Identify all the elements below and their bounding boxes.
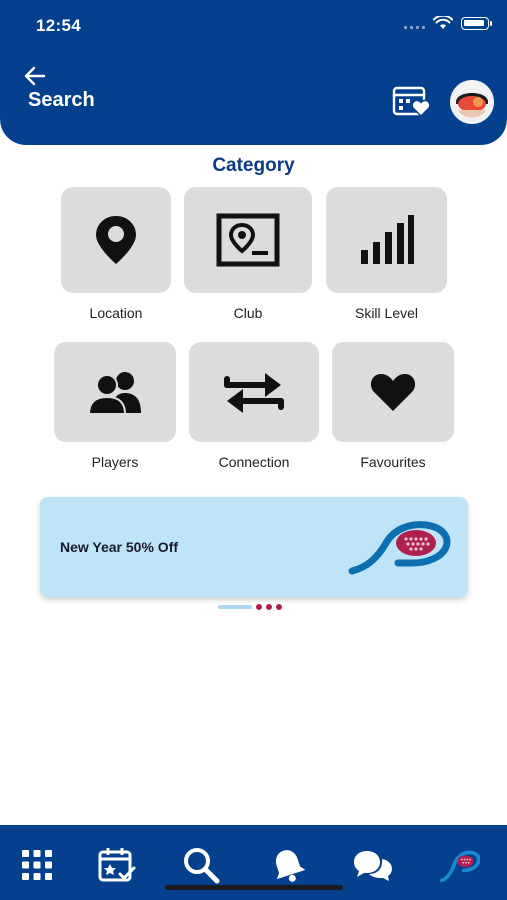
home-indicator bbox=[165, 885, 343, 890]
category-skill-level-button[interactable] bbox=[326, 187, 447, 293]
calendar-check-icon bbox=[98, 848, 136, 882]
banner-pager bbox=[218, 604, 282, 610]
pager-dot[interactable] bbox=[276, 604, 282, 610]
bell-icon bbox=[275, 850, 306, 882]
category-club-label: Club bbox=[233, 305, 263, 321]
pager-dot[interactable] bbox=[256, 604, 262, 610]
heart-icon bbox=[370, 374, 416, 411]
back-arrow-icon[interactable] bbox=[22, 64, 48, 88]
header: 12:54 Search bbox=[0, 0, 507, 145]
status-icons bbox=[404, 16, 492, 30]
pager-active-indicator[interactable] bbox=[218, 605, 252, 609]
search-icon bbox=[184, 848, 220, 884]
promo-banner-text: New Year 50% Off bbox=[60, 539, 179, 555]
players-icon bbox=[87, 372, 141, 415]
category-skill-level-label: Skill Level bbox=[354, 305, 419, 321]
tab-search[interactable] bbox=[181, 845, 221, 885]
category-players-label: Players bbox=[91, 454, 139, 470]
wifi-icon bbox=[433, 16, 453, 29]
avatar[interactable] bbox=[450, 80, 494, 124]
club-map-icon bbox=[216, 213, 280, 267]
grid-icon bbox=[22, 850, 52, 880]
padel-logo-icon bbox=[440, 850, 480, 883]
calendar-favourite-icon[interactable] bbox=[392, 84, 432, 118]
promo-banner[interactable]: New Year 50% Off bbox=[40, 497, 468, 597]
avatar-image bbox=[450, 80, 494, 124]
tab-padel[interactable] bbox=[440, 845, 480, 885]
battery-icon bbox=[461, 16, 492, 30]
padel-logo bbox=[348, 521, 451, 575]
tab-notifications[interactable] bbox=[268, 845, 308, 885]
category-favourites-label: Favourites bbox=[360, 454, 426, 470]
category-players-button[interactable] bbox=[54, 342, 176, 442]
category-club-button[interactable] bbox=[184, 187, 312, 293]
category-connection-button[interactable] bbox=[189, 342, 319, 442]
chat-icon bbox=[354, 851, 392, 881]
status-time: 12:54 bbox=[36, 16, 81, 35]
signal-bars-icon bbox=[360, 215, 414, 264]
category-title: Category bbox=[212, 155, 295, 176]
location-pin-icon bbox=[96, 216, 136, 264]
connection-arrows-icon bbox=[224, 373, 284, 413]
category-location-button[interactable] bbox=[61, 187, 171, 293]
category-connection-label: Connection bbox=[218, 454, 290, 470]
tab-home[interactable] bbox=[17, 845, 57, 885]
cellular-signal-icon bbox=[404, 17, 425, 29]
page-title: Search bbox=[28, 89, 95, 111]
category-location-label: Location bbox=[89, 305, 143, 321]
tab-bookings[interactable] bbox=[97, 845, 137, 885]
pager-dot[interactable] bbox=[266, 604, 272, 610]
category-favourites-button[interactable] bbox=[332, 342, 454, 442]
tab-messages[interactable] bbox=[353, 845, 393, 885]
